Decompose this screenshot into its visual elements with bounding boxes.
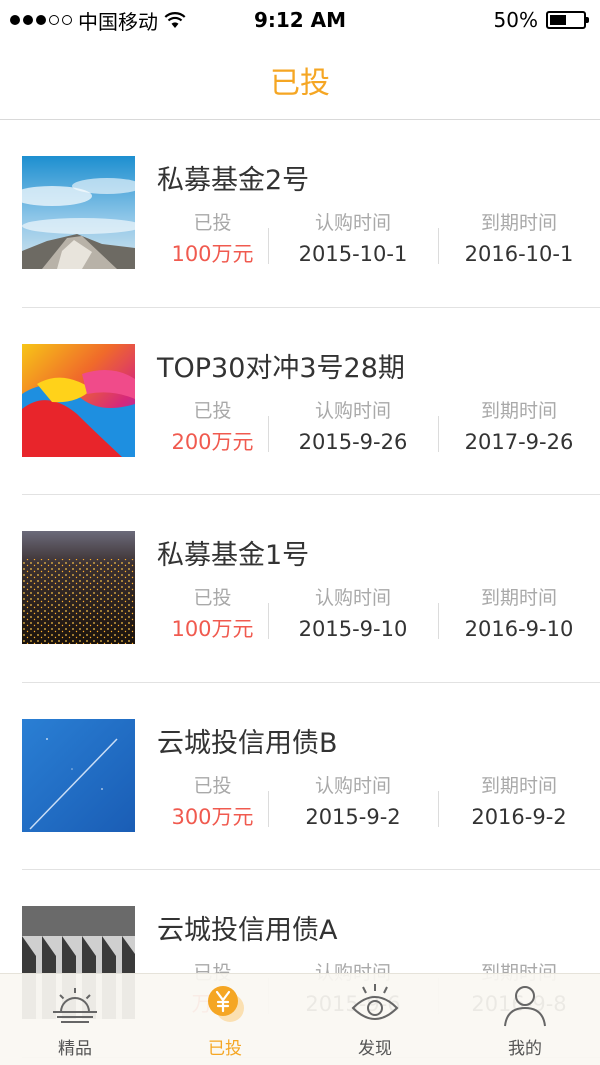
fund-thumbnail [22,718,135,832]
fund-details: 已投 100万元 认购时间 2015-10-1 到期时间 2016-10-1 [157,210,600,270]
expiry-column: 到期时间 2016-9-2 [438,773,600,833]
subscribe-label: 认购时间 [314,774,391,797]
battery-fill [550,15,566,25]
fund-name: 私募基金2号 [157,165,310,196]
expiry-column: 到期时间 2016-10-1 [438,210,600,270]
sunrise-icon [53,988,97,1023]
invested-amount: 100万元 [171,617,254,641]
battery-percent: 50% [493,8,538,32]
invested-label: 已投 [193,774,232,797]
expiry-date: 2017-9-26 [464,429,574,454]
expiry-label: 到期时间 [480,587,557,609]
expiry-label: 到期时间 [480,212,557,234]
fund-thumbnail [22,343,135,457]
battery-icon [546,11,589,29]
subscribe-label: 认购时间 [314,587,391,609]
fund-name: TOP30对冲3号28期 [157,352,405,384]
eye-icon [351,984,399,1020]
tab-discover[interactable]: 发现 [300,974,450,1065]
invested-column: 已投 200万元 [157,398,268,458]
fund-thumbnail [22,531,135,644]
subscribe-date: 2015-9-26 [298,429,408,454]
status-left: 中国移动 [10,6,186,35]
fund-name: 云城投信用债A [157,915,338,946]
invested-label: 已投 [193,212,232,234]
fund-item[interactable]: 云城投信用债B 已投 300万元 认购时间 2015-9-2 到期时间 2016… [22,683,600,870]
tab-label: 我的 [508,1039,542,1059]
invested-label: 已投 [193,399,232,422]
tab-label: 精品 [58,1039,92,1059]
expiry-date: 2016-10-1 [464,242,574,266]
tab-mine[interactable]: 我的 [450,974,600,1065]
expiry-date: 2016-9-2 [471,804,567,829]
fund-list: 私募基金2号 已投 100万元 认购时间 2015-10-1 到期时间 2016… [0,120,600,1058]
tab-featured[interactable]: 精品 [0,974,150,1065]
fund-item[interactable]: 私募基金1号 已投 100万元 认购时间 2015-9-10 到期时间 2016… [22,495,600,683]
expiry-label: 到期时间 [480,399,557,422]
expiry-date: 2016-9-10 [464,617,574,641]
subscribe-date: 2015-9-10 [298,617,408,641]
fund-details: 已投 100万元 认购时间 2015-9-10 到期时间 2016-9-10 [157,585,600,645]
invested-label: 已投 [193,587,232,609]
tab-bar: 精品 已投 发现 我的 [0,973,600,1065]
fund-item[interactable]: 私募基金2号 已投 100万元 认购时间 2015-10-1 到期时间 2016… [22,120,600,308]
status-time: 9:12 AM [253,8,347,32]
invested-column: 已投 300万元 [157,773,268,833]
expiry-column: 到期时间 2017-9-26 [438,398,600,458]
expiry-label: 到期时间 [480,774,557,797]
tab-label: 已投 [208,1039,242,1059]
fund-name: 云城投信用债B [157,727,338,759]
invested-column: 已投 100万元 [157,585,268,645]
fund-name: 私募基金1号 [157,540,310,571]
fund-details: 已投 200万元 认购时间 2015-9-26 到期时间 2017-9-26 [157,398,600,458]
carrier-label: 中国移动 [78,9,158,34]
wifi-icon [164,12,186,28]
expiry-column: 到期时间 2016-9-10 [438,585,600,645]
invested-amount: 100万元 [171,242,254,266]
tab-label: 发现 [358,1039,392,1059]
status-bar: 中国移动 9:12 AM 50% [0,0,600,40]
subscribe-label: 认购时间 [314,399,391,422]
yen-coin-icon [208,986,244,1022]
nav-bar: 已投 [0,40,600,120]
page-title: 已投 [270,65,330,101]
app-screen: 中国移动 9:12 AM 50% 已投 私募基金2号 已投 100万元 认购时间… [0,0,600,1065]
subscribe-label: 认购时间 [314,212,391,234]
invested-amount: 300万元 [171,804,254,829]
fund-thumbnail [22,156,135,269]
fund-item[interactable]: TOP30对冲3号28期 已投 200万元 认购时间 2015-9-26 到期时… [22,308,600,495]
person-icon [504,986,546,1027]
subscribe-column: 认购时间 2015-9-10 [268,585,438,645]
tab-invested[interactable]: 已投 [150,974,300,1065]
fund-details: 已投 300万元 认购时间 2015-9-2 到期时间 2016-9-2 [157,773,600,833]
invested-amount: 200万元 [171,429,254,454]
subscribe-date: 2015-9-2 [305,804,401,829]
status-right: 50% [493,8,589,32]
subscribe-column: 认购时间 2015-10-1 [268,210,438,270]
signal-icon [10,15,72,25]
invested-column: 已投 100万元 [157,210,268,270]
subscribe-column: 认购时间 2015-9-2 [268,773,438,833]
subscribe-column: 认购时间 2015-9-26 [268,398,438,458]
subscribe-date: 2015-10-1 [298,242,408,266]
